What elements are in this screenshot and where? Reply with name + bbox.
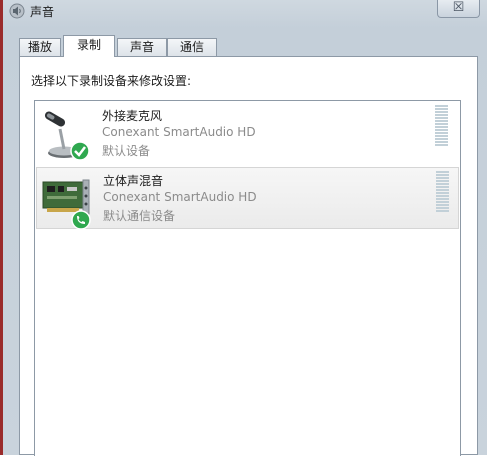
tab-communications[interactable]: 通信 (167, 38, 217, 56)
speaker-icon (9, 3, 25, 19)
device-driver: Conexant SmartAudio HD (103, 190, 257, 204)
sound-dialog: 声音 ☒ 播放 录制 声音 通信 选择以下录制设备来修改设置: 外接麦克风 Co… (0, 0, 487, 456)
instruction-label: 选择以下录制设备来修改设置: (31, 74, 192, 88)
title-bar[interactable]: 声音 ☒ (0, 0, 487, 24)
window-title: 声音 (30, 5, 55, 19)
close-icon: ☒ (452, 0, 465, 15)
tab-sounds[interactable]: 声音 (117, 38, 167, 56)
window-left-edge (0, 0, 3, 455)
phone-badge-icon (71, 210, 91, 230)
level-meter (435, 105, 448, 147)
tab-recording[interactable]: 录制 (63, 35, 115, 57)
device-status: 默认通信设备 (103, 209, 176, 223)
device-item-microphone[interactable]: 外接麦克风 Conexant SmartAudio HD 默认设备 (36, 103, 459, 165)
tab-playback[interactable]: 播放 (19, 38, 61, 56)
device-name: 外接麦克风 (102, 109, 163, 123)
close-button[interactable]: ☒ (437, 0, 480, 18)
recording-panel: 选择以下录制设备来修改设置: 外接麦克风 Conexant SmartAudio… (19, 56, 478, 456)
check-badge-icon (70, 141, 90, 161)
device-name: 立体声混音 (103, 174, 164, 188)
device-item-stereo-mix[interactable]: 立体声混音 Conexant SmartAudio HD 默认通信设备 (36, 167, 459, 230)
device-list[interactable]: 外接麦克风 Conexant SmartAudio HD 默认设备 立体声混音 … (34, 100, 461, 456)
device-status: 默认设备 (102, 144, 151, 158)
level-meter (436, 171, 449, 213)
device-driver: Conexant SmartAudio HD (102, 125, 256, 139)
